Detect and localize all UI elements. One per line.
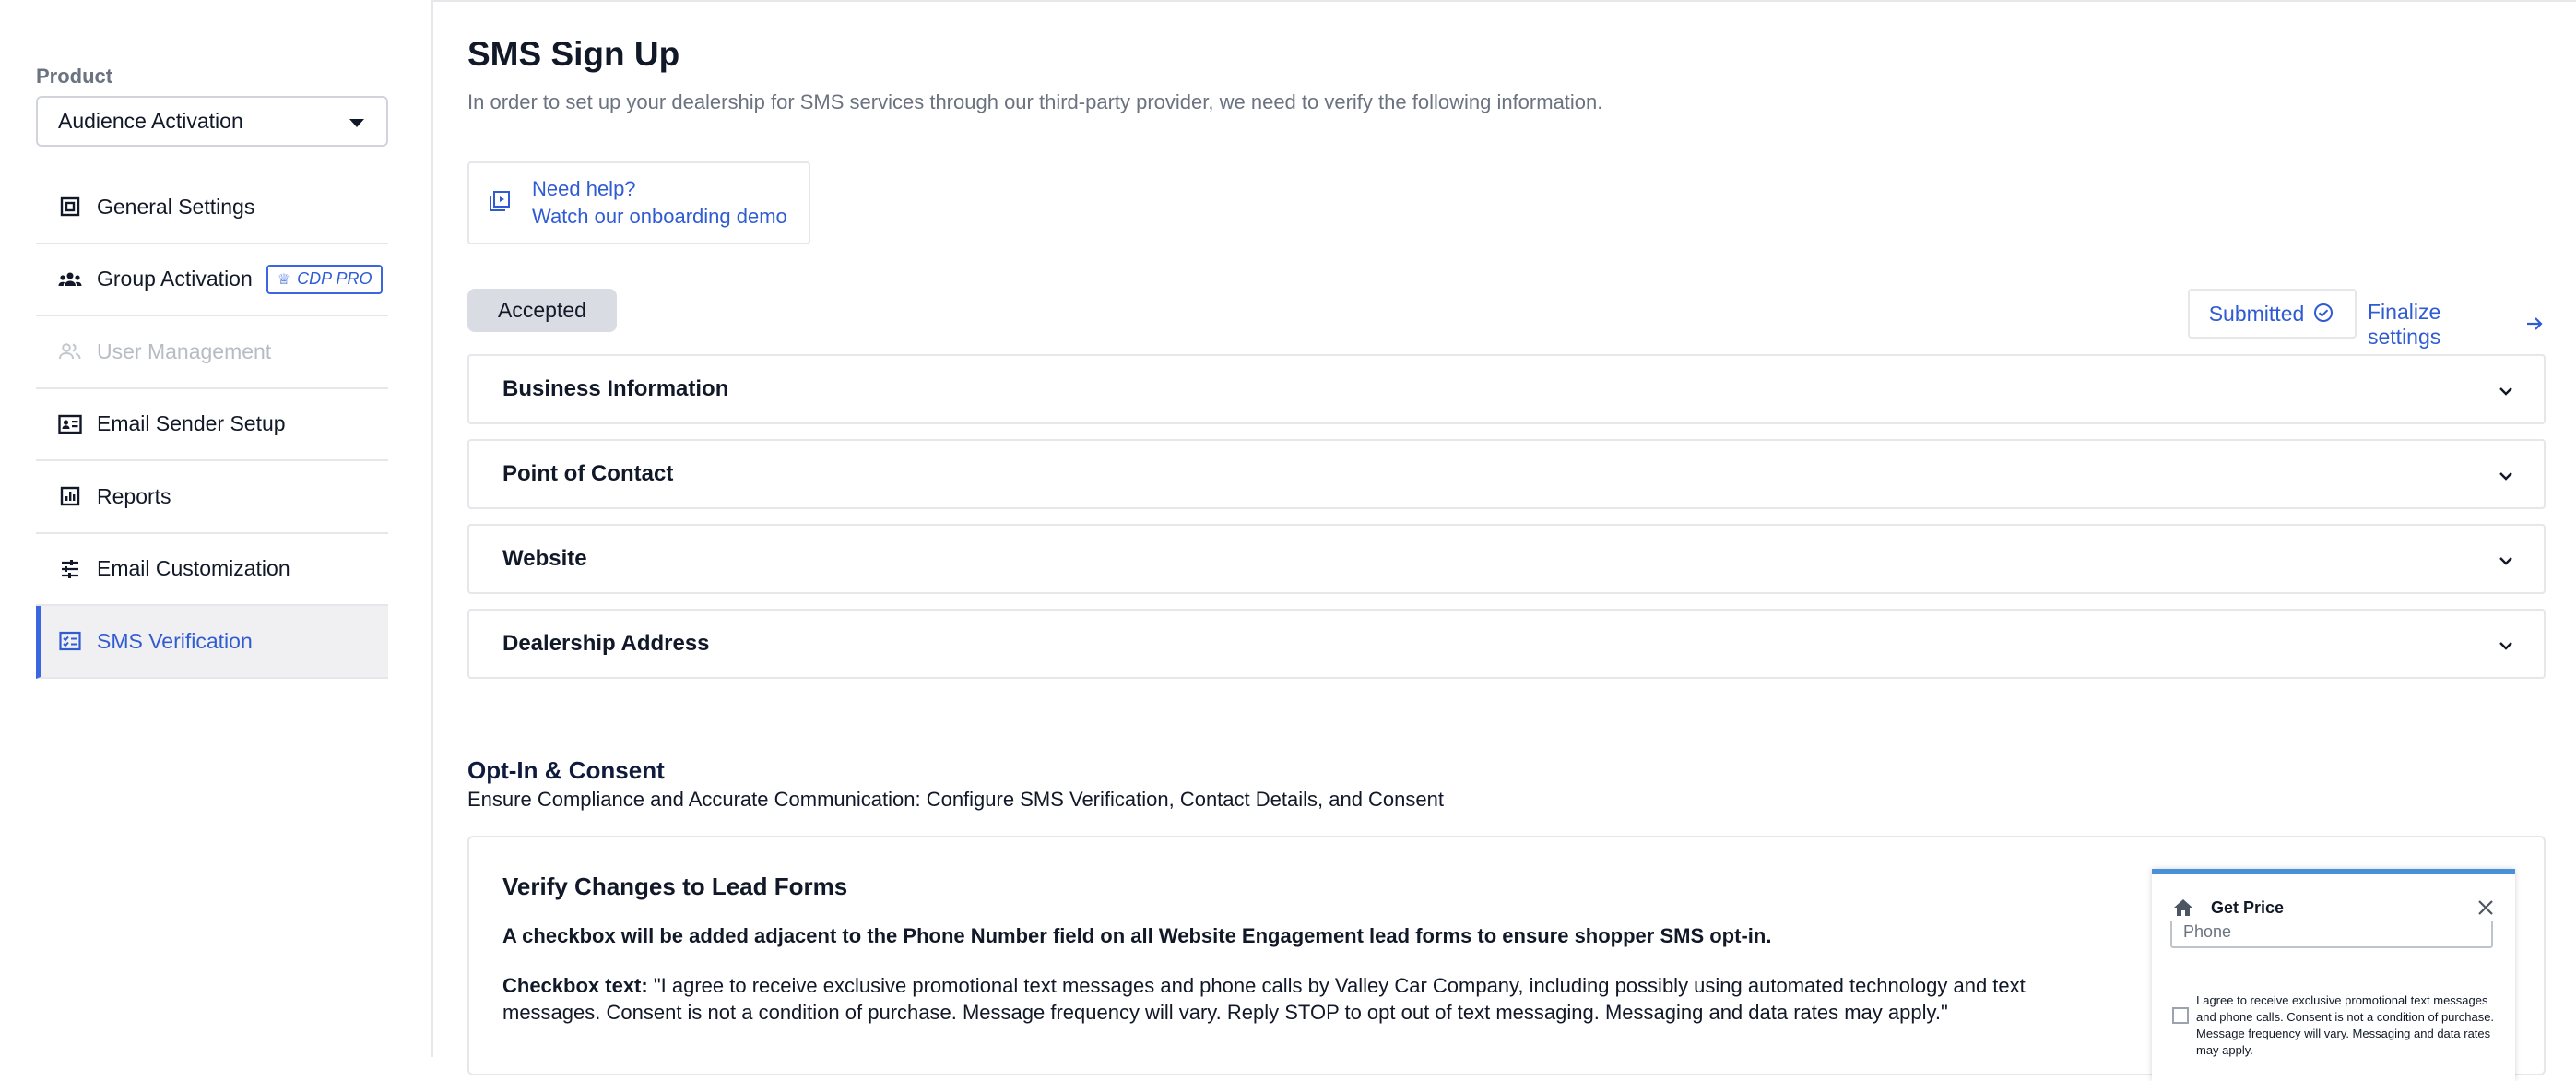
chevron-down-icon <box>2499 642 2512 650</box>
id-card-icon <box>58 412 82 436</box>
accordion-title: Business Information <box>502 376 729 401</box>
checkbox-text-value: "I agree to receive exclusive promotiona… <box>502 974 2026 1024</box>
accordion-title: Point of Contact <box>502 461 674 486</box>
preview-consent-checkbox[interactable] <box>2172 1007 2189 1024</box>
accordion-point-of-contact[interactable]: Point of Contact <box>467 439 2546 509</box>
lead-form-preview: Get Price Phone I agree to receive exclu… <box>2152 869 2515 1081</box>
sidebar-item-email-sender-setup[interactable]: Email Sender Setup <box>36 389 388 461</box>
accordion-title: Dealership Address <box>502 631 710 656</box>
preview-phone-field[interactable]: Phone <box>2170 921 2493 948</box>
caret-down-icon <box>349 119 364 127</box>
accordion-business-information[interactable]: Business Information <box>467 354 2546 424</box>
accordion-website[interactable]: Website <box>467 524 2546 594</box>
main-content: SMS Sign Up In order to set up your deal… <box>467 0 2546 1081</box>
sidebar-item-label: SMS Verification <box>97 628 253 653</box>
close-icon[interactable] <box>2476 898 2495 917</box>
sidebar-item-general-settings[interactable]: General Settings <box>36 172 388 244</box>
onboarding-demo-link[interactable]: Watch our onboarding demo <box>532 203 787 231</box>
lead-form-card: Verify Changes to Lead Forms A checkbox … <box>467 836 2546 1081</box>
optin-section-subtitle: Ensure Compliance and Accurate Communica… <box>467 788 1444 811</box>
finalize-settings-link[interactable]: Finalize settings <box>2368 300 2546 350</box>
cdp-pro-badge: ♕ CDP PRO <box>266 264 384 294</box>
checkbox-text-description: Checkbox text: "I agree to receive exclu… <box>502 972 2116 1026</box>
preview-consent-text: I agree to receive exclusive promotional… <box>2196 993 2495 1057</box>
sidebar-item-label: Group Activation <box>97 267 253 291</box>
help-links[interactable]: Need help? Watch our onboarding demo <box>532 175 787 231</box>
finalize-settings-label: Finalize settings <box>2368 300 2441 349</box>
optin-section-title: Opt-In & Consent <box>467 756 665 784</box>
status-badge: Accepted <box>467 289 617 332</box>
sidebar-item-sms-verification[interactable]: SMS Verification <box>36 606 388 679</box>
sidebar-item-label: Email Customization <box>97 556 290 581</box>
sliders-icon <box>58 557 82 581</box>
users-icon <box>58 339 82 363</box>
sidebar-nav: General Settings Group Activation ♕ CDP … <box>36 172 388 679</box>
help-box[interactable]: Need help? Watch our onboarding demo <box>467 161 810 244</box>
card-title: Verify Changes to Lead Forms <box>502 873 848 900</box>
page-subtitle: In order to set up your dealership for S… <box>467 90 1603 113</box>
chevron-down-icon <box>2499 557 2512 565</box>
sidebar-item-user-management: User Management <box>36 316 388 389</box>
chevron-down-icon <box>2499 472 2512 481</box>
group-icon <box>58 267 82 291</box>
accordion-title: Website <box>502 546 587 571</box>
check-circle-icon <box>2313 303 2335 325</box>
submitted-label: Submitted <box>2208 301 2305 326</box>
product-select[interactable]: Audience Activation <box>36 96 388 147</box>
arrow-right-icon <box>2524 314 2546 336</box>
sidebar-item-label: Email Sender Setup <box>97 411 286 436</box>
product-select-value: Audience Activation <box>58 109 243 133</box>
sidebar-item-label: User Management <box>97 339 272 363</box>
preview-title: Get Price <box>2211 897 2285 917</box>
sidebar-item-label: General Settings <box>97 194 255 219</box>
sidebar-item-reports[interactable]: Reports <box>36 461 388 534</box>
checkbox-text-label: Checkbox text: <box>502 974 648 997</box>
card-note: A checkbox will be added adjacent to the… <box>502 924 1772 947</box>
accordion-dealership-address[interactable]: Dealership Address <box>467 609 2546 679</box>
need-help-link[interactable]: Need help? <box>532 175 787 203</box>
home-icon <box>2174 899 2192 916</box>
product-label: Product <box>36 65 113 88</box>
cdp-pro-badge-label: CDP PRO <box>297 269 372 289</box>
sidebar: Product Audience Activation General Sett… <box>0 0 433 1057</box>
sidebar-item-label: Reports <box>97 483 171 508</box>
sms-check-icon <box>58 629 82 653</box>
settings-square-icon <box>58 195 82 219</box>
submitted-button[interactable]: Submitted <box>2188 289 2357 339</box>
sidebar-item-group-activation[interactable]: Group Activation ♕ CDP PRO <box>36 244 388 316</box>
crown-icon: ♕ <box>277 271 291 288</box>
sidebar-item-email-customization[interactable]: Email Customization <box>36 534 388 606</box>
bar-report-icon <box>58 484 82 508</box>
preview-header: Get Price <box>2172 897 2284 919</box>
page-title: SMS Sign Up <box>467 35 680 73</box>
chevron-down-icon <box>2499 387 2512 396</box>
video-library-icon <box>488 189 515 217</box>
